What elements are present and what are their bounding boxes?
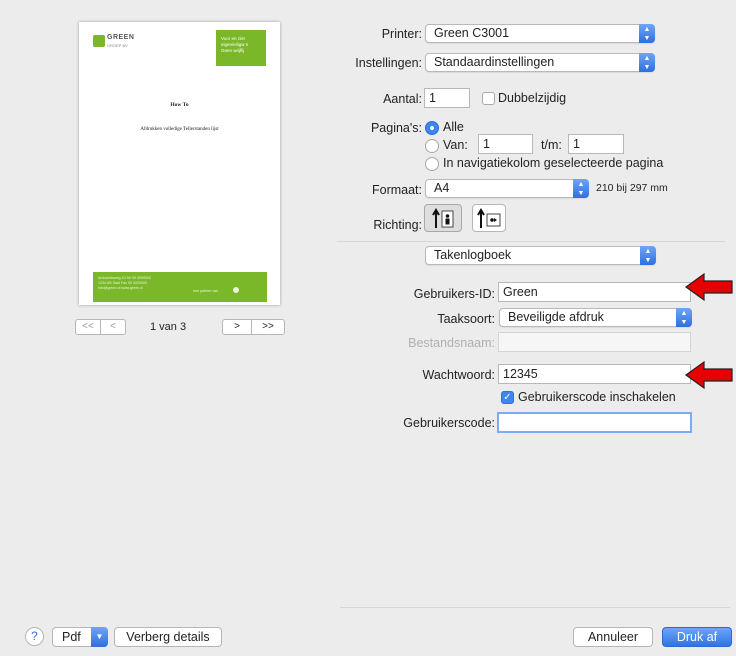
pdf-label: Pdf [62,630,81,644]
alle-radio[interactable] [425,121,439,135]
taaksoort-label: Taaksoort: [437,312,495,326]
popup-arrows-icon: ▲ ▼ [639,24,655,43]
next-page-label: > [234,321,240,332]
popup-arrows-icon: ▲ ▼ [676,308,692,327]
formaat-popup[interactable]: A4 ▲ ▼ [425,179,589,198]
previous-page-button[interactable]: < [100,319,126,335]
logo-icon [93,35,105,47]
aantal-label: Aantal: [383,92,422,106]
gebruikerscode-label: Gebruikerscode: [403,416,495,430]
page-preview: GREEN GROEP BV Voor en ziet eigen/eiligw… [79,22,280,305]
tm-label: t/m: [541,138,562,152]
gebruikers-id-field[interactable]: Green [498,282,691,302]
instellingen-value: Standaardinstellingen [434,55,555,69]
last-page-label: >> [262,321,274,332]
van-value: 1 [483,137,490,151]
alle-label: Alle [443,120,464,134]
printer-value: Green C3001 [434,26,510,40]
gebruikerscode-inschakelen-checkbox[interactable]: ✓ [501,391,514,404]
instellingen-label: Instellingen: [355,56,422,70]
red-arrow-icon [684,360,733,390]
formaat-label: Formaat: [371,183,422,197]
help-button[interactable]: ? [25,627,44,646]
section-separator [337,241,725,242]
aantal-field[interactable]: 1 [424,88,470,108]
formaat-value: A4 [434,181,450,195]
portrait-orientation-icon [432,208,454,228]
tm-value: 1 [573,137,580,151]
instellingen-popup[interactable]: Standaardinstellingen ▲ ▼ [425,53,655,72]
bestandsnaam-label: Bestandsnaam: [408,336,495,350]
landscape-orientation-button[interactable] [472,204,506,232]
page-indicator: 1 van 3 [150,321,187,333]
dubbelzijdig-label: Dubbelzijdig [498,91,567,105]
preview-logo-text: GREEN [107,34,135,41]
gebruikerscode-inschakelen-label: Gebruikerscode inschakelen [518,390,676,404]
bestandsnaam-field[interactable] [498,332,691,352]
partner-logo-icon [233,287,239,293]
last-page-button[interactable]: >> [251,319,285,335]
aantal-value: 1 [429,91,436,105]
verberg-details-button[interactable]: Verberg details [114,627,222,647]
gebruikerscode-field[interactable] [497,412,692,433]
annuleer-label: Annuleer [587,630,639,644]
landscape-orientation-icon [477,208,501,228]
section-value: Takenlogboek [434,248,512,262]
popup-arrows-icon: ▲ ▼ [640,246,656,265]
taaksoort-value: Beveiligde afdruk [508,310,604,324]
first-page-button[interactable]: << [75,319,101,335]
printer-label: Printer: [381,27,422,41]
wachtwoord-field[interactable]: 12345 [498,364,691,384]
gebruikers-id-label: Gebruikers-ID: [413,287,495,301]
annuleer-button[interactable]: Annuleer [573,627,653,647]
dubbelzijdig-checkbox[interactable] [482,92,495,105]
gebruikers-id-value: Green [503,285,538,299]
pdf-menu-button[interactable]: Pdf ▼ [52,627,108,647]
taaksoort-popup[interactable]: Beveiligde afdruk ▲ ▼ [499,308,692,327]
printer-popup[interactable]: Green C3001 ▲ ▼ [425,24,655,43]
preview-badge-line: Geen wrijflij [221,48,245,53]
preview-badge: Voor en ziet eigen/eiligw s Geen wrijfli… [216,30,266,66]
next-page-button[interactable]: > [222,319,252,335]
van-radio[interactable] [425,139,439,153]
richting-label: Richting: [373,218,422,232]
chevron-down-icon: ▼ [91,627,108,647]
wachtwoord-value: 12345 [503,367,538,381]
van-field[interactable]: 1 [478,134,533,154]
tm-field[interactable]: 1 [568,134,624,154]
formaat-size-text: 210 bij 297 mm [596,182,668,194]
navigatie-radio[interactable] [425,157,439,171]
van-label: Van: [443,138,468,152]
section-popup[interactable]: Takenlogboek ▲ ▼ [425,246,656,265]
wachtwoord-label: Wachtwoord: [422,368,495,382]
verberg-details-label: Verberg details [126,630,210,644]
preview-footer: Ambachtsweg 10 Tel 00 0000000 1234 AB St… [93,272,267,302]
druk-af-button[interactable]: Druk af [662,627,732,647]
preview-title: How To [170,102,189,108]
bottom-separator [340,607,730,608]
popup-arrows-icon: ▲ ▼ [573,179,589,198]
druk-af-label: Druk af [676,630,718,644]
help-icon: ? [31,629,38,643]
navigatie-label: In navigatiekolom geselecteerde pagina [443,156,664,170]
preview-logo-sub: GROEP BV [107,43,128,48]
preview-footer-line: info@green.nl www.green.nl [98,286,144,290]
first-page-label: << [82,321,94,332]
popup-arrows-icon: ▲ ▼ [639,53,655,72]
previous-page-label: < [110,321,116,332]
preview-footer-brand: een partner van [193,289,219,293]
red-arrow-icon [684,272,733,302]
portrait-orientation-button[interactable] [424,204,462,232]
paginas-label: Pagina's: [370,121,422,135]
preview-subtitle: Afdrukken volledige Tellerstanden lijst [140,127,219,132]
